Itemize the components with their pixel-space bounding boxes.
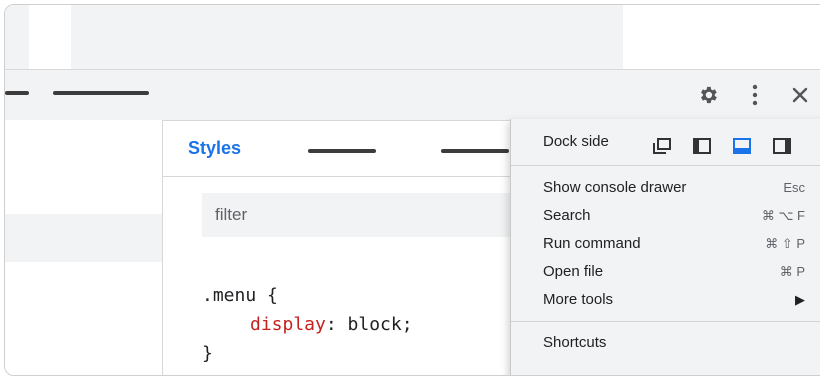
dock-bottom-icon[interactable] [729, 133, 755, 159]
menu-item-label: Show console drawer [543, 179, 687, 196]
devtools-window: Styles filter .menu { display: block; } … [4, 4, 820, 376]
menu-divider [511, 321, 820, 322]
tab-placeholder-1[interactable] [5, 91, 29, 95]
tab-placeholder-computed[interactable] [308, 149, 376, 153]
elements-panel [5, 120, 163, 375]
menu-item-search[interactable]: Search ⌘ ⌥ F [511, 202, 811, 230]
menu-item-shortcut: ⌘ ⌥ F [761, 208, 805, 223]
css-selector[interactable]: .menu { [202, 285, 278, 306]
top-placeholder-main [71, 5, 623, 69]
menu-item-label: Shortcuts [543, 334, 607, 351]
gear-icon[interactable] [695, 82, 721, 108]
dock-side-row: Dock side [511, 125, 811, 159]
menu-item-label: Open file [543, 263, 604, 280]
submenu-arrow-icon: ▶ [795, 292, 805, 307]
tab-styles[interactable]: Styles [188, 138, 241, 159]
close-icon[interactable] [787, 82, 813, 108]
menu-item-label: Run command [543, 235, 641, 252]
top-placeholder-left [5, 5, 29, 69]
menu-item-show-console-drawer[interactable]: Show console drawer Esc [511, 174, 811, 202]
css-property[interactable]: display [250, 314, 326, 335]
more-vert-icon[interactable] [742, 82, 768, 108]
tab-placeholder-2[interactable] [53, 91, 149, 95]
menu-item-shortcut: ⌘ P [779, 264, 805, 279]
devtools-toolbar [5, 69, 820, 121]
menu-item-shortcut: Esc [783, 180, 805, 195]
menu-item-label: Search [543, 207, 591, 224]
dock-left-icon[interactable] [689, 133, 715, 159]
top-area [5, 5, 820, 69]
dock-right-icon[interactable] [769, 133, 795, 159]
selected-row[interactable] [5, 214, 162, 262]
tab-placeholder-layout[interactable] [441, 149, 509, 153]
styles-filter-input[interactable]: filter [202, 193, 542, 237]
menu-item-more-tools[interactable]: More tools ▶ [511, 286, 811, 314]
dock-side-label: Dock side [543, 133, 609, 150]
undock-icon[interactable] [649, 133, 675, 159]
menu-item-open-file[interactable]: Open file ⌘ P [511, 258, 811, 286]
css-value[interactable]: : block; [326, 314, 413, 335]
menu-item-shortcuts[interactable]: Shortcuts [511, 329, 811, 357]
menu-divider [511, 165, 820, 166]
css-declaration[interactable]: display: block; [250, 314, 413, 335]
menu-item-run-command[interactable]: Run command ⌘ ⇧ P [511, 230, 811, 258]
customize-menu: Dock side Show console drawer Esc Search… [510, 119, 820, 375]
filter-placeholder: filter [215, 205, 248, 224]
menu-item-label: More tools [543, 291, 614, 308]
menu-item-shortcut: ⌘ ⇧ P [765, 236, 805, 251]
